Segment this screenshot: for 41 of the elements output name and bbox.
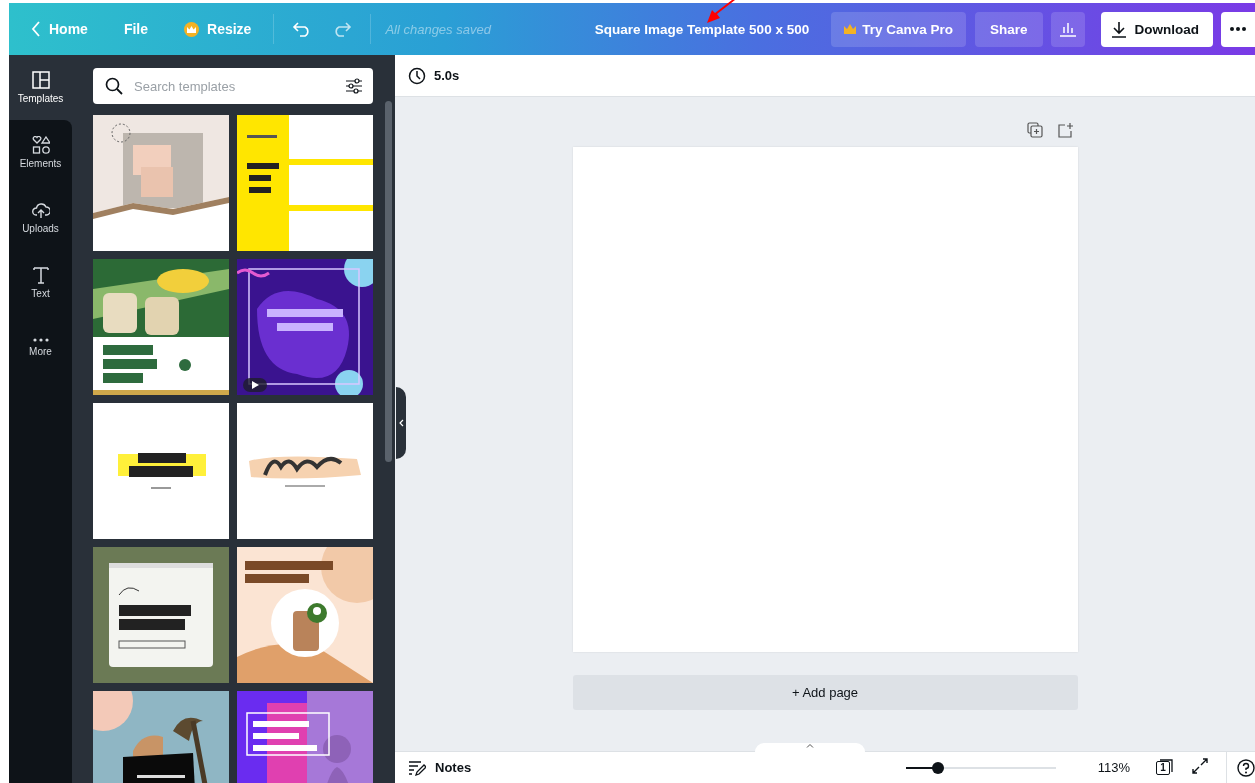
crown-shape-icon bbox=[187, 25, 197, 33]
fullscreen-icon[interactable] bbox=[1192, 758, 1208, 774]
share-button[interactable]: Share bbox=[974, 11, 1043, 47]
bar-chart-icon bbox=[1058, 21, 1077, 37]
add-page-button[interactable]: + Add page bbox=[572, 675, 1078, 710]
search-bar[interactable]: Search templates bbox=[93, 68, 373, 104]
pointer-arrow bbox=[705, 0, 737, 24]
notes-button[interactable]: Notes bbox=[408, 759, 472, 776]
caret-up-icon bbox=[806, 743, 814, 748]
more-icon bbox=[32, 338, 49, 342]
search-field[interactable]: Search templates bbox=[132, 77, 336, 95]
download-icon bbox=[1110, 20, 1127, 38]
more-icon bbox=[1230, 27, 1246, 31]
rail-tab[interactable]: Elements bbox=[9, 120, 72, 185]
shapes-icon bbox=[31, 136, 50, 154]
zoom-percentage: 113% bbox=[1096, 760, 1130, 775]
search-icon bbox=[105, 77, 123, 95]
collapse-handle[interactable] bbox=[396, 387, 406, 459]
layout-icon bbox=[31, 71, 50, 89]
clock-icon bbox=[408, 66, 426, 85]
duplicate-page-icon[interactable] bbox=[1026, 122, 1043, 138]
stats-button[interactable] bbox=[1050, 11, 1085, 47]
document-title[interactable]: Square Image Template 500 x 500 bbox=[594, 21, 810, 37]
filter-icon[interactable] bbox=[345, 78, 363, 94]
try-pro-button[interactable]: Try Canva Pro bbox=[831, 11, 966, 47]
cloud-upload-icon bbox=[31, 201, 50, 219]
zoom-slider[interactable] bbox=[906, 761, 1056, 774]
notes-icon bbox=[408, 759, 426, 776]
chevron-left-icon bbox=[31, 21, 41, 37]
add-page-icon[interactable] bbox=[1056, 122, 1073, 138]
chevron-left-icon bbox=[398, 419, 404, 427]
save-status: All changes saved bbox=[385, 21, 491, 37]
duration-label[interactable]: 5.0s bbox=[434, 68, 460, 83]
text-icon bbox=[31, 266, 50, 284]
scrollbar[interactable] bbox=[385, 101, 392, 462]
rail-tab[interactable]: Templates bbox=[9, 55, 72, 120]
download-button[interactable]: Download bbox=[1100, 11, 1213, 47]
more-options-button[interactable] bbox=[1221, 11, 1255, 47]
crown-icon bbox=[844, 24, 857, 34]
slider-thumb[interactable] bbox=[931, 761, 944, 774]
help-icon[interactable] bbox=[1237, 758, 1255, 777]
